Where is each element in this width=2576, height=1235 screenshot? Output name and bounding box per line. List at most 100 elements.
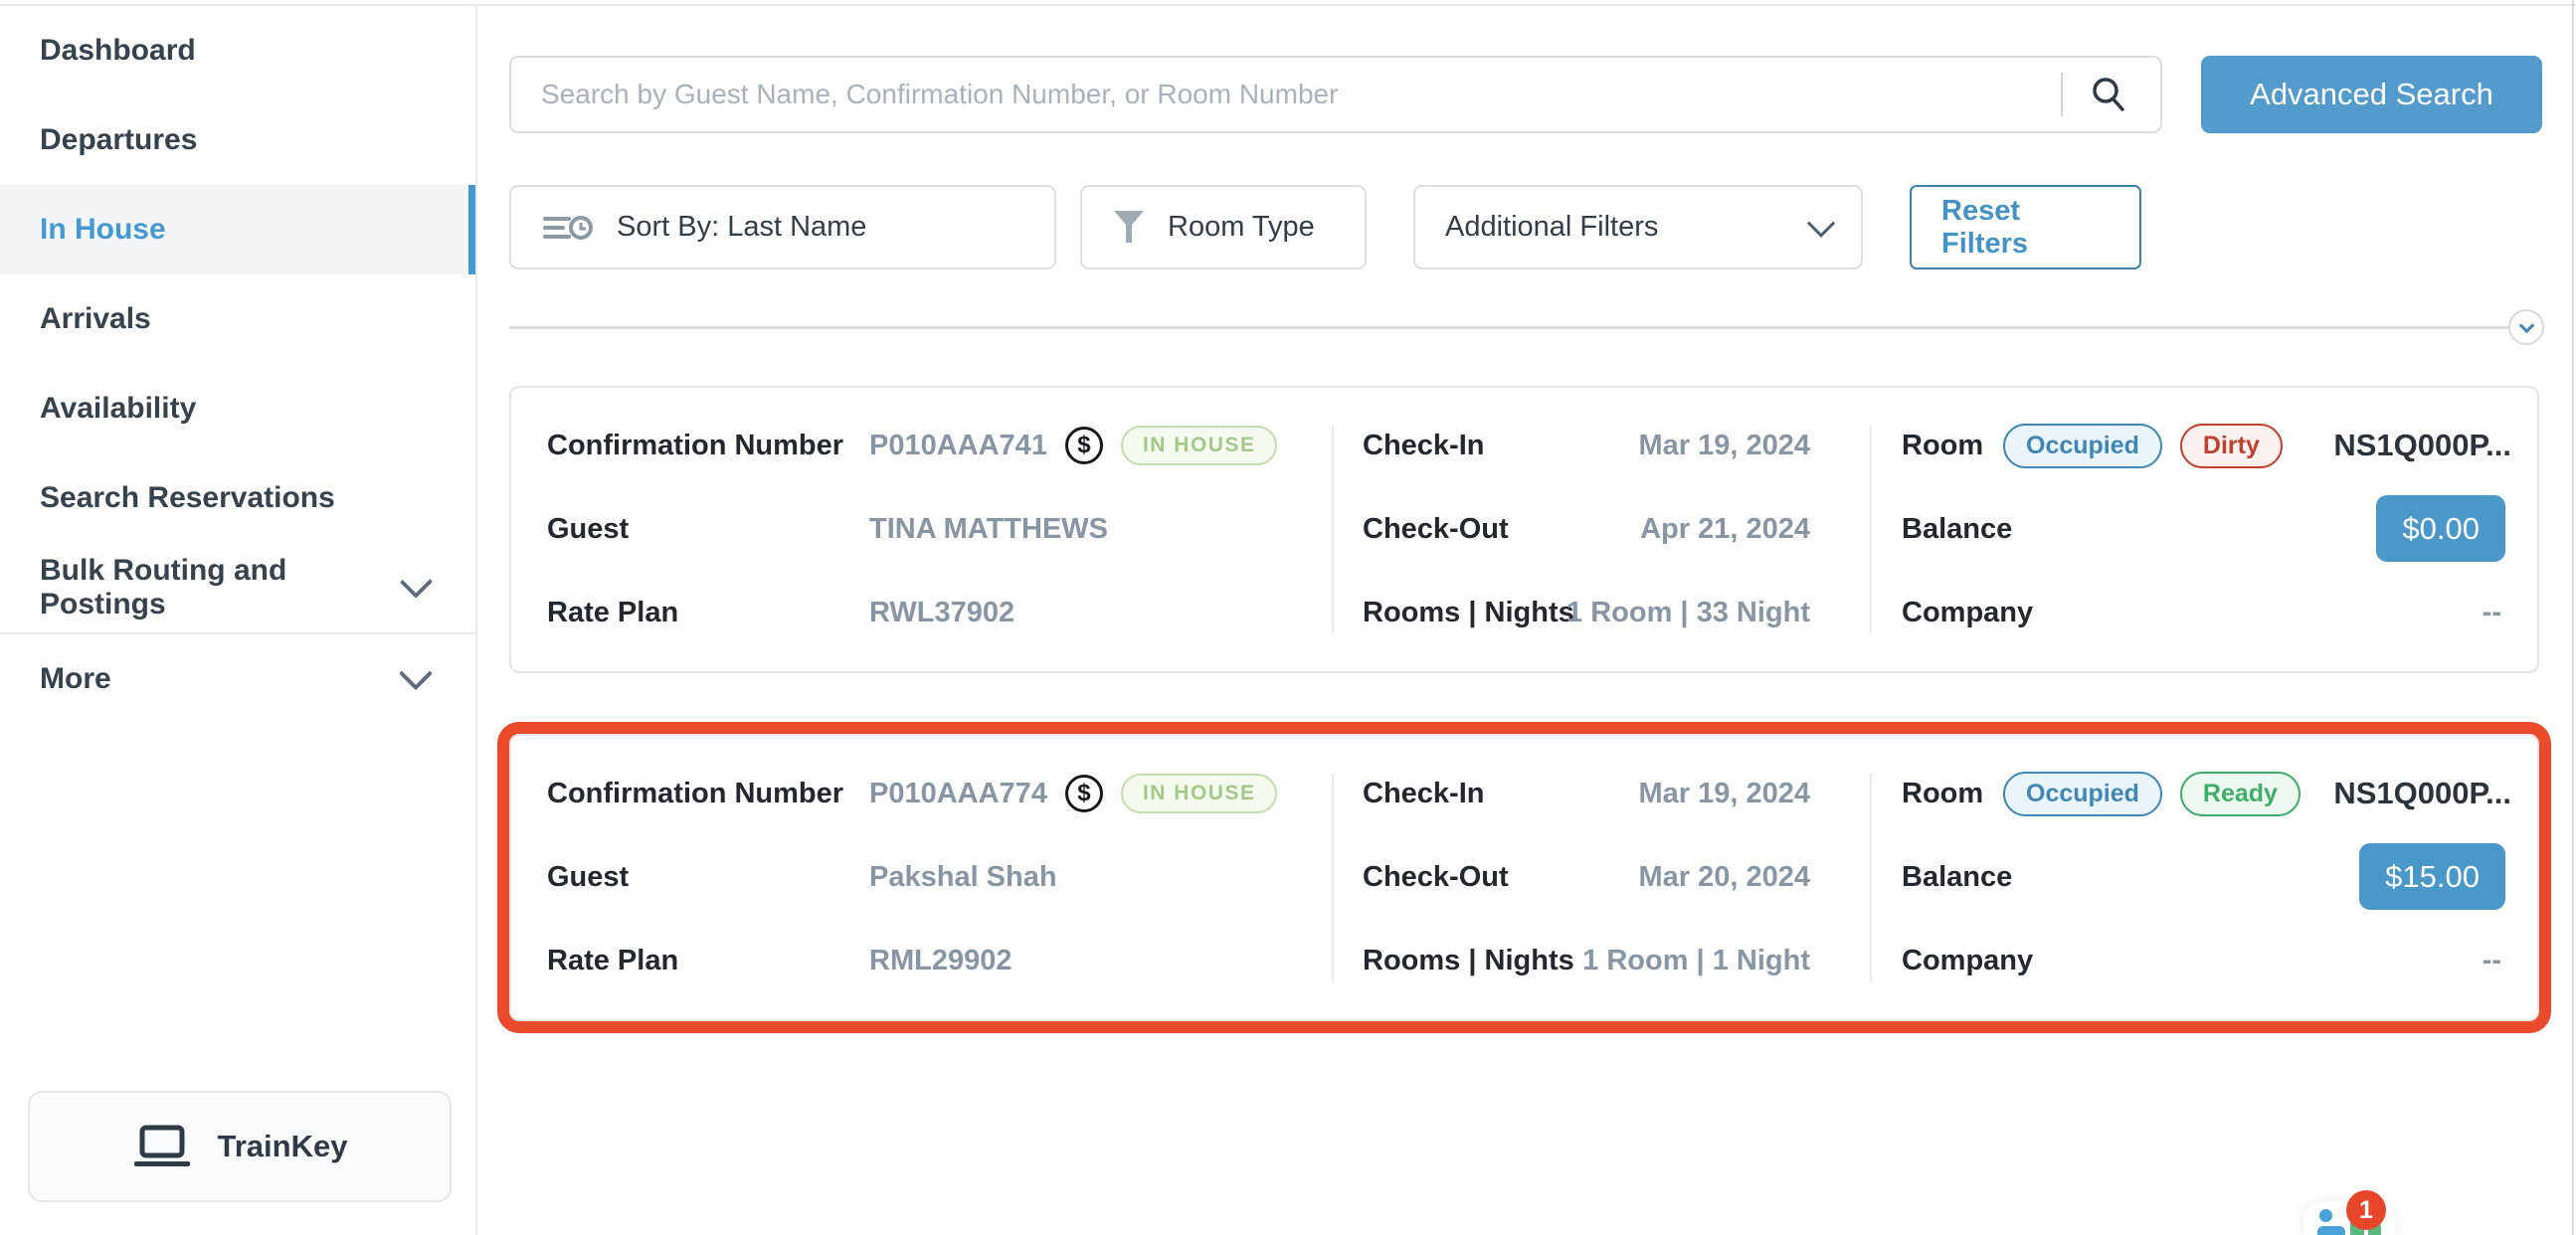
section-divider [509,326,2512,329]
check-out-label: Check-Out [1363,505,1509,553]
confirmation-number-label: Confirmation Number [547,422,843,469]
check-out-label: Check-Out [1363,853,1509,901]
confirmation-number-label: Confirmation Number [547,770,843,817]
reservation-card-highlighted[interactable]: Confirmation Number P010AAA774 $ IN HOUS… [509,734,2539,1021]
check-in-label: Check-In [1363,770,1484,817]
confirmation-number-group: P010AAA774 $ IN HOUSE [869,770,1277,817]
rate-plan-label: Rate Plan [547,937,678,984]
column-divider [1870,774,1872,981]
chevron-down-icon [399,656,433,690]
guest-value: Pakshal Shah [869,853,1057,901]
chat-icon-blue-dot [2319,1209,2332,1222]
sidebar-item-search-reservations[interactable]: Search Reservations [0,453,475,543]
sort-by-button[interactable]: Sort By: Last Name [509,185,1056,269]
sidebar-item-label: Search Reservations [40,481,335,515]
confirmation-number-value: P010AAA741 [869,422,1047,469]
active-indicator-bar [468,185,475,274]
company-value: -- [2483,937,2501,984]
chat-icon-blue-bar [2317,1226,2345,1235]
sidebar-item-label: Availability [40,392,196,426]
column-divider [1870,426,1872,633]
collapse-toggle-button[interactable] [2508,309,2544,345]
rooms-nights-value: 1 Room | 1 Night [1582,937,1810,984]
trainkey-label: TrainKey [218,1129,348,1164]
room-status-pills: Occupied Ready [2003,772,2300,816]
confirmation-number-value: P010AAA774 [869,770,1047,817]
room-status-pills: Occupied Dirty [2003,424,2283,468]
sidebar-item-bulk-routing[interactable]: Bulk Routing and Postings [0,543,475,632]
sidebar-item-more[interactable]: More [0,634,475,724]
sidebar-item-in-house[interactable]: In House [0,185,475,274]
check-in-value: Mar 19, 2024 [1638,422,1810,469]
balance-label: Balance [1902,505,2012,553]
sidebar-item-label: Departures [40,123,197,157]
reset-filters-button[interactable]: Reset Filters [1910,185,2141,269]
folio-dollar-icon[interactable]: $ [1065,775,1103,812]
room-label: Room [1902,770,1983,817]
confirmation-number-group: P010AAA741 $ IN HOUSE [869,422,1277,469]
check-out-value: Apr 21, 2024 [1640,505,1810,553]
additional-filters-button[interactable]: Additional Filters [1413,185,1863,269]
rate-plan-value: RWL37902 [869,589,1014,636]
rooms-nights-value: 1 Room | 33 Night [1566,589,1810,636]
check-in-value: Mar 19, 2024 [1638,770,1810,817]
ready-pill: Ready [2180,772,2300,816]
column-divider [1332,426,1334,633]
guest-value: TINA MATTHEWS [869,505,1108,553]
right-panel-edge [2572,0,2574,1235]
sidebar: Dashboard Departures In House Arrivals A… [0,6,477,1235]
rate-plan-value: RML29902 [869,937,1012,984]
in-house-page: Dashboard Departures In House Arrivals A… [0,0,2576,1235]
check-in-label: Check-In [1363,422,1484,469]
chevron-down-icon [2519,318,2535,334]
search-icon[interactable] [2089,75,2128,114]
search-input[interactable] [509,56,2162,133]
sort-icon [541,208,595,248]
rooms-nights-label: Rooms | Nights [1363,589,1574,636]
company-label: Company [1902,589,2033,636]
status-badge: IN HOUSE [1121,426,1278,464]
guest-label: Guest [547,505,629,553]
sidebar-item-dashboard[interactable]: Dashboard [0,6,475,95]
sidebar-item-label: In House [40,213,166,247]
status-badge: IN HOUSE [1121,774,1278,812]
advanced-search-button[interactable]: Advanced Search [2201,56,2542,133]
room-label: Room [1902,422,1983,469]
column-divider [1332,774,1334,981]
reset-filters-label: Reset Filters [1941,195,2110,261]
room-type-button[interactable]: Room Type [1080,185,1367,269]
occupied-pill: Occupied [2003,424,2162,468]
sidebar-item-label: More [40,662,111,696]
sidebar-item-label: Dashboard [40,34,196,68]
reservation-card[interactable]: Confirmation Number P010AAA741 $ IN HOUS… [509,386,2539,673]
chevron-down-icon [1807,209,1835,237]
rate-plan-label: Rate Plan [547,589,678,636]
guest-label: Guest [547,853,629,901]
occupied-pill: Occupied [2003,772,2162,816]
room-type-label: Room Type [1168,211,1315,244]
sidebar-item-label: Arrivals [40,302,151,336]
sidebar-item-arrivals[interactable]: Arrivals [0,274,475,364]
check-out-value: Mar 20, 2024 [1638,853,1810,901]
room-number-value: NS1Q000P... [2333,422,2511,469]
folio-dollar-icon[interactable]: $ [1065,427,1103,464]
dirty-pill: Dirty [2180,424,2283,468]
rooms-nights-label: Rooms | Nights [1363,937,1574,984]
notification-badge[interactable]: 1 [2346,1190,2386,1230]
sidebar-item-availability[interactable]: Availability [0,364,475,453]
sidebar-item-departures[interactable]: Departures [0,95,475,185]
search-divider [2061,73,2063,116]
additional-filters-label: Additional Filters [1445,211,1658,244]
sidebar-item-label: Bulk Routing and Postings [40,554,405,621]
balance-button[interactable]: $15.00 [2359,843,2505,910]
main-content: Advanced Search Sort By: Last Name R [477,0,2576,1235]
company-value: -- [2483,589,2501,636]
balance-button[interactable]: $0.00 [2376,495,2505,562]
search-box [509,56,2162,133]
balance-label: Balance [1902,853,2012,901]
sort-by-label: Sort By: Last Name [617,211,866,244]
laptop-icon [132,1124,192,1169]
company-label: Company [1902,937,2033,984]
trainkey-button[interactable]: TrainKey [28,1091,452,1202]
room-number-value: NS1Q000P... [2333,770,2511,817]
